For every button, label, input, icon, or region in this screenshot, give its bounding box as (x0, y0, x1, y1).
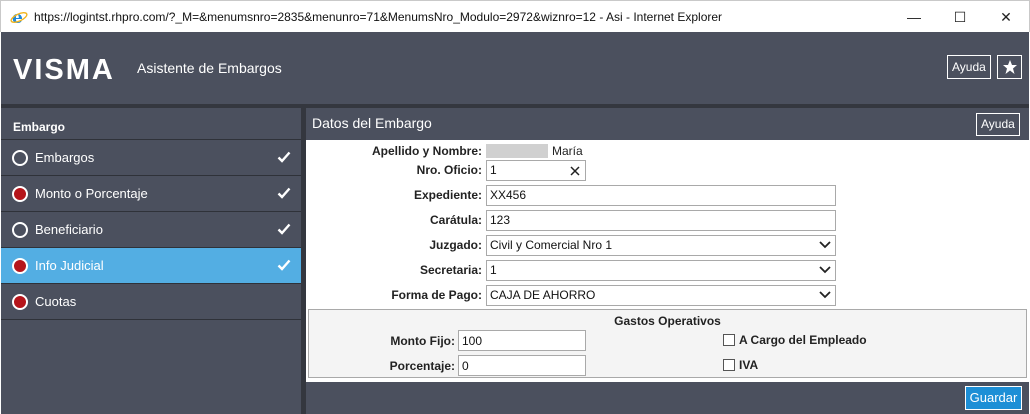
check-icon (277, 151, 291, 163)
panel-footer: Guardar (306, 382, 1029, 414)
monto-fijo-input[interactable]: 100 (458, 330, 586, 351)
check-icon (277, 259, 291, 271)
sidebar-item-beneficiario[interactable]: Beneficiario (1, 212, 301, 248)
oficio-input[interactable]: 1 (486, 159, 586, 181)
gastos-operativos-section: Gastos Operativos Monto Fijo: 100 Porcen… (308, 309, 1027, 378)
sidebar-item-info-judicial[interactable]: Info Judicial (1, 248, 301, 284)
redacted-name (486, 144, 548, 158)
star-icon (1002, 60, 1017, 74)
internet-explorer-icon: e (10, 8, 28, 26)
status-circle-icon (12, 293, 28, 310)
panel-title: Datos del Embargo (312, 115, 432, 131)
app-title: Asistente de Embargos (137, 60, 282, 76)
expediente-label: Expediente: (413, 188, 482, 202)
svg-text:VISMA: VISMA (13, 55, 113, 83)
forma-pago-label: Forma de Pago: (391, 288, 482, 302)
gastos-title: Gastos Operativos (614, 314, 721, 328)
clear-icon[interactable] (570, 165, 580, 176)
app-header: VISMA Asistente de Embargos Ayuda (1, 32, 1029, 104)
row-caratula: Carátula: 123 (306, 209, 836, 231)
iva-checkbox[interactable] (723, 359, 735, 371)
help-button[interactable]: Ayuda (947, 55, 991, 79)
apellido-value: María (552, 144, 583, 158)
status-circle-icon (12, 221, 28, 238)
check-icon (277, 187, 291, 199)
window-title: https://logintst.rhpro.com/?_M=&menumsnr… (34, 9, 723, 24)
sidebar-title: Embargo (1, 108, 301, 140)
row-juzgado: Juzgado: Civil y Comercial Nro 1 (306, 234, 836, 256)
apellido-label: Apellido y Nombre: (371, 144, 482, 158)
chevron-down-icon (819, 291, 831, 299)
iva-label: IVA (739, 358, 759, 372)
sidebar-item-label: Embargos (35, 150, 95, 165)
forma-pago-select[interactable]: CAJA DE AHORRO (486, 284, 836, 306)
monto-fijo-value: 100 (462, 333, 483, 348)
row-oficio: Nro. Oficio: 1 (306, 159, 586, 181)
favorite-star-button[interactable] (997, 55, 1022, 79)
minimize-icon[interactable]: — (891, 1, 937, 33)
caratula-input[interactable]: 123 (486, 209, 836, 231)
sidebar-item-label: Cuotas (35, 294, 77, 309)
sidebar-item-label: Monto o Porcentaje (35, 186, 148, 201)
secretaria-value: 1 (490, 263, 497, 277)
secretaria-select[interactable]: 1 (486, 259, 836, 281)
porcentaje-value: 0 (462, 358, 469, 373)
chevron-down-icon (819, 266, 831, 274)
juzgado-value: Civil y Comercial Nro 1 (490, 238, 613, 252)
sidebar-item-label: Info Judicial (35, 258, 104, 273)
status-circle-icon (12, 257, 28, 274)
maximize-icon[interactable]: ☐ (937, 1, 983, 33)
row-forma-pago: Forma de Pago: CAJA DE AHORRO (306, 284, 836, 306)
expediente-value: XX456 (490, 188, 527, 202)
sidebar-item-label: Beneficiario (35, 222, 103, 237)
monto-fijo-label: Monto Fijo: (390, 334, 455, 348)
panel-help-button[interactable]: Ayuda (976, 113, 1020, 136)
check-icon (277, 223, 291, 235)
sidebar-item-monto-porcentaje[interactable]: Monto o Porcentaje (1, 176, 301, 212)
wizard-sidebar: Embargo Embargos Monto o Porcentaje Bene… (1, 108, 301, 414)
secretaria-label: Secretaria: (419, 263, 482, 277)
status-circle-icon (12, 149, 28, 166)
visma-logo: VISMA (13, 54, 113, 86)
caratula-label: Carátula: (429, 213, 482, 227)
row-secretaria: Secretaria: 1 (306, 259, 836, 281)
sidebar-item-embargos[interactable]: Embargos (1, 140, 301, 176)
chevron-down-icon (819, 241, 831, 249)
porcentaje-input[interactable]: 0 (458, 355, 586, 376)
close-icon[interactable]: ✕ (983, 1, 1029, 33)
save-button[interactable]: Guardar (965, 386, 1022, 410)
forma-pago-value: CAJA DE AHORRO (490, 288, 596, 302)
oficio-value: 1 (490, 163, 497, 177)
oficio-label: Nro. Oficio: (416, 163, 482, 177)
status-circle-icon (12, 185, 28, 202)
sidebar-item-cuotas[interactable]: Cuotas (1, 284, 301, 320)
expediente-input[interactable]: XX456 (486, 184, 836, 206)
panel-header: Datos del Embargo Ayuda (306, 108, 1029, 140)
caratula-value: 123 (490, 213, 511, 227)
a-cargo-label: A Cargo del Empleado (739, 333, 867, 347)
juzgado-select[interactable]: Civil y Comercial Nro 1 (486, 234, 836, 256)
juzgado-label: Juzgado: (429, 238, 482, 252)
a-cargo-checkbox[interactable] (723, 334, 735, 346)
embargo-form: Apellido y Nombre: María Nro. Oficio: 1 … (306, 140, 1029, 382)
browser-titlebar: e https://logintst.rhpro.com/?_M=&menums… (0, 0, 1030, 32)
row-expediente: Expediente: XX456 (306, 184, 836, 206)
porcentaje-label: Porcentaje: (389, 359, 455, 373)
